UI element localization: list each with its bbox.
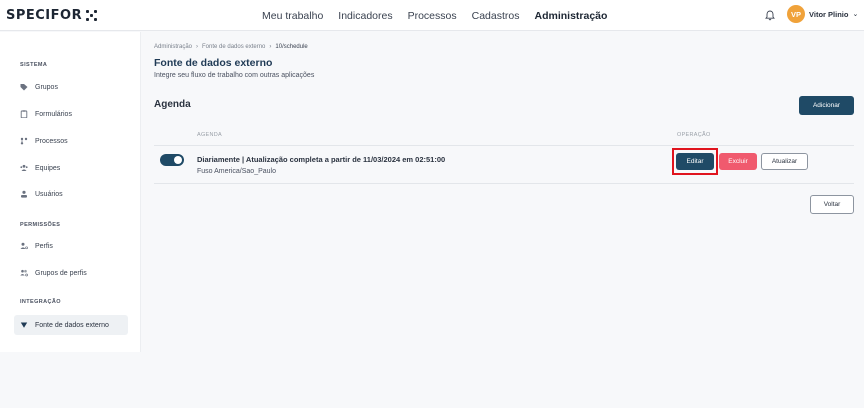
sidebar-item-formularios[interactable]: Formulários — [14, 104, 128, 124]
chevron-right-icon: › — [196, 44, 199, 50]
sidebar-item-processos[interactable]: Processos — [14, 131, 128, 151]
logo-text: SPECIFOR — [6, 8, 83, 23]
tag-icon — [20, 83, 28, 91]
user-menu[interactable]: VP Vitor Plinio ⌄ — [787, 5, 858, 23]
sidebar-item-usuarios[interactable]: Usuários — [14, 184, 128, 204]
process-icon — [20, 137, 28, 145]
sidebar-item-label: Equipes — [35, 164, 61, 172]
sidebar-item-label: Grupos — [35, 83, 58, 91]
sidebar-item-label: Processos — [35, 137, 68, 145]
chevron-right-icon: › — [269, 44, 272, 50]
add-button[interactable]: Adicionar — [799, 96, 854, 115]
funnel-icon — [20, 321, 28, 329]
page-title: Fonte de dados externo — [154, 57, 273, 69]
breadcrumb-item[interactable]: Administração — [154, 44, 192, 50]
nav-cadastros[interactable]: Cadastros — [472, 10, 520, 22]
nav-meu-trabalho[interactable]: Meu trabalho — [262, 10, 323, 22]
edit-button[interactable]: Editar — [676, 153, 714, 170]
user-name: Vitor Plinio — [809, 9, 849, 19]
table-divider — [154, 145, 854, 146]
profile-group-icon — [20, 269, 28, 277]
clipboard-icon — [20, 110, 28, 118]
column-header-operacao: OPERAÇÃO — [677, 132, 711, 138]
sidebar-item-label: Fonte de dados externo — [35, 321, 109, 329]
table-divider — [154, 183, 854, 184]
top-bar: SPECIFOR Meu trabalho Indicadores Proces… — [0, 0, 864, 31]
nav-indicadores[interactable]: Indicadores — [338, 10, 392, 22]
sidebar-item-label: Formulários — [35, 110, 72, 118]
sidebar-section-sistema: SISTEMA — [20, 62, 48, 68]
sidebar-item-grupos[interactable]: Grupos — [14, 77, 128, 97]
profile-icon — [20, 242, 28, 250]
sidebar-section-integracao: INTEGRAÇÃO — [20, 299, 61, 305]
sidebar-item-equipes[interactable]: Equipes — [14, 158, 128, 178]
sidebar-item-perfis[interactable]: Perfis — [14, 236, 128, 256]
main-nav: Meu trabalho Indicadores Processos Cadas… — [262, 0, 607, 31]
schedule-timezone: Fuso America/Sao_Paulo — [197, 168, 276, 175]
avatar: VP — [787, 5, 805, 23]
sidebar-item-label: Grupos de perfis — [35, 269, 87, 277]
sidebar-section-permissoes: PERMISSÕES — [20, 222, 61, 228]
nav-administracao[interactable]: Administração — [534, 10, 607, 22]
page-subtitle: Integre seu fluxo de trabalho com outras… — [154, 72, 315, 79]
sidebar-item-fonte-de-dados-externo[interactable]: Fonte de dados externo — [14, 315, 128, 335]
schedule-enabled-toggle[interactable] — [160, 154, 184, 166]
nav-processos[interactable]: Processos — [408, 10, 457, 22]
delete-button[interactable]: Excluir — [719, 153, 757, 170]
update-button[interactable]: Atualizar — [761, 153, 808, 170]
logo-mark-icon — [86, 10, 98, 21]
sidebar-item-grupos-de-perfis[interactable]: Grupos de perfis — [14, 263, 128, 283]
section-title-agenda: Agenda — [154, 99, 191, 110]
chevron-down-icon: ⌄ — [852, 11, 859, 18]
breadcrumb: Administração › Fonte de dados externo ›… — [154, 44, 308, 50]
sidebar-item-label: Perfis — [35, 242, 53, 250]
sidebar-item-label: Usuários — [35, 190, 63, 198]
user-icon — [20, 190, 28, 198]
schedule-title: Diariamente | Atualização completa a par… — [197, 155, 446, 164]
logo[interactable]: SPECIFOR — [6, 8, 98, 23]
back-button[interactable]: Voltar — [810, 195, 854, 214]
bell-icon[interactable] — [765, 10, 775, 21]
column-header-agenda: AGENDA — [197, 132, 223, 138]
breadcrumb-item[interactable]: Fonte de dados externo — [202, 44, 265, 50]
breadcrumb-current: 10/schedule — [275, 44, 308, 50]
team-icon — [20, 164, 28, 172]
